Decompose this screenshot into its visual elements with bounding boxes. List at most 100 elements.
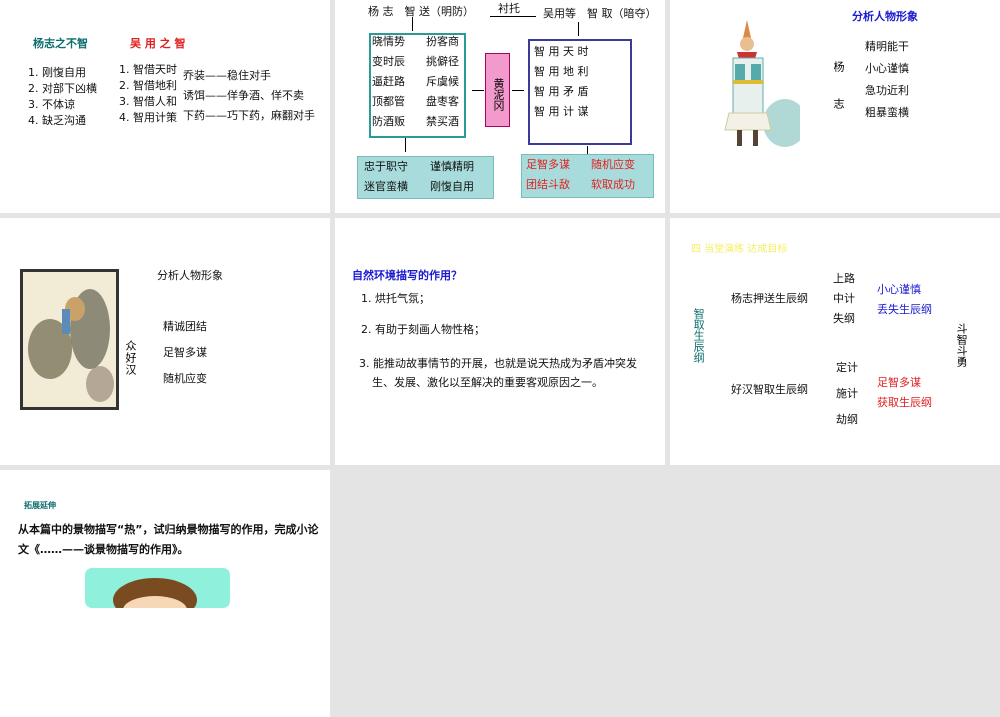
list-item: 上路 <box>833 272 855 285</box>
list-item: 2. 有助于刻画人物性格； <box>361 323 485 336</box>
list-item: 足智多谋 <box>163 346 207 359</box>
list-item: 获取生辰纲 <box>877 396 932 409</box>
list-item: 粗暴蛮横 <box>865 106 909 119</box>
list-item: 迷官蛮横 <box>364 180 408 193</box>
slide-thumbnail-7[interactable]: 拓展延伸 从本篇中的景物描写“热”，试归纳景物描写的作用，完成小论 文《……——… <box>0 470 330 717</box>
list-item: 中计 <box>833 292 855 305</box>
list-item: 3. 智借人和 <box>119 95 177 108</box>
right-label: 斗智斗勇 <box>955 323 969 367</box>
list-item: 丢失生辰纲 <box>877 303 932 316</box>
traits-list: 精诚团结足智多谋随机应变 <box>163 314 207 392</box>
arrow-down-icon <box>405 138 406 152</box>
list-item: 小心谨慎 <box>877 283 921 296</box>
slide-thumbnail-3[interactable]: 分析人物形象 杨志 精明能干小心谨慎急功近利粗暴蛮横 <box>670 0 1000 213</box>
list-item: 忠于职守 <box>364 160 408 173</box>
list-item: 变时辰 <box>372 55 405 68</box>
wuyong-result-box: 足智多谋团结斗敌 随机应变软取成功 <box>521 154 654 198</box>
haohan-painting <box>20 269 119 410</box>
list-item: 劫纲 <box>836 413 858 426</box>
list-item: 4. 智用计策 <box>119 111 177 124</box>
body-text: 文《……——谈景物描写的作用》。 <box>18 543 189 556</box>
tactics-list: 乔装——稳住对手 诱饵——佯争酒、佯不卖 下药——巧下药，麻翻对手 <box>183 66 315 126</box>
slide-thumbnail-1[interactable]: 杨志之不智 吴 用 之 智 1. 刚愎自用 2. 对部下凶横 3. 不体谅 4.… <box>0 0 330 213</box>
list-item: 斥虞候 <box>426 75 459 88</box>
list-item: 逼赶路 <box>372 75 405 88</box>
slide-title: 分析人物形象 <box>157 269 223 282</box>
list-item: 精诚团结 <box>163 320 207 333</box>
list-item: 3. 能推动故事情节的开展，也就是说天热成为矛盾冲突发 <box>359 357 637 370</box>
wuyong-box: 智 用 天 时智 用 地 利智 用 矛 盾智 用 计 谋 <box>528 39 632 145</box>
list-item: 随机应变 <box>163 372 207 385</box>
side-label: 智取生辰纲 <box>692 308 706 363</box>
list-item: 谨慎精明 <box>430 160 474 173</box>
list-item: 急功近利 <box>865 84 909 97</box>
list-item: 防酒贩 <box>372 115 405 128</box>
body-text: 从本篇中的景物描写“热”，试归纳景物描写的作用，完成小论 <box>18 523 319 536</box>
list-item: 定计 <box>836 361 858 374</box>
list-item: 失纲 <box>833 312 855 325</box>
slide-thumbnail-6[interactable]: 四 当堂演练 达成目标 智取生辰纲 杨志押送生辰纲 上路 中计 失纲 小心谨慎 丢失生… <box>670 218 1000 465</box>
row1-result: 小心谨慎 丢失生辰纲 <box>877 280 932 320</box>
list-item: 1. 刚愎自用 <box>28 66 86 79</box>
list-item: 下药——巧下药，麻翻对手 <box>183 109 315 122</box>
slide-thumbnail-5[interactable]: 自然环境描写的作用？ 1. 烘托气氛； 2. 有助于刻画人物性格； 3. 能推动… <box>335 218 665 465</box>
list-item: 3. 不体谅 <box>28 98 75 111</box>
list-item: 诱饵——佯争酒、佯不卖 <box>183 89 304 102</box>
top-left-label: 杨 志 智 送（明防） <box>368 5 474 18</box>
list-item: 小心谨慎 <box>865 62 909 75</box>
list-item: 施计 <box>836 387 858 400</box>
list-item: 智 用 矛 盾 <box>534 85 589 98</box>
top-right-label: 吴用等 智 取（暗夺） <box>543 7 657 20</box>
list-item: 盘枣客 <box>426 95 459 108</box>
list-item-continued: 生、发展、激化以至解决的重要客观原因之一。 <box>372 376 603 389</box>
row2-label: 好汉智取生辰纲 <box>731 383 808 396</box>
list-item: 软取成功 <box>591 178 635 191</box>
list-item: 智 用 地 利 <box>534 65 589 78</box>
list-item: 足智多谋 <box>877 376 921 389</box>
row2-steps: 定计 施计 劫纲 <box>836 355 858 433</box>
list-item: 精明能干 <box>865 40 909 53</box>
row2-result: 足智多谋 获取生辰纲 <box>877 373 932 413</box>
list-item: 2. 对部下凶横 <box>28 82 97 95</box>
traits-list: 精明能干小心谨慎急功近利粗暴蛮横 <box>865 36 909 124</box>
list-item: 晓情势 <box>372 35 405 48</box>
relation-label: 衬托 <box>498 2 520 15</box>
slide-title: 分析人物形象 <box>852 10 918 23</box>
list-item: 顶都管 <box>372 95 405 108</box>
list-item: 扮客商 <box>426 35 459 48</box>
slide-thumbnail-2[interactable]: 杨 志 智 送（明防） 衬托 吴用等 智 取（暗夺） 晓情势变时辰逼赶路顶都管防… <box>335 0 665 213</box>
list-item: 1. 智借天时 <box>119 63 177 76</box>
list-item: 乔装——稳住对手 <box>183 69 271 82</box>
huangnigang-box: 黄泥冈 <box>485 53 510 127</box>
list-item: 挑僻径 <box>426 55 459 68</box>
left-list: 1. 刚愎自用 2. 对部下凶横 3. 不体谅 4. 缺乏沟通 <box>28 65 97 129</box>
list-item: 1. 烘托气氛； <box>361 292 430 305</box>
right-title: 吴 用 之 智 <box>130 37 186 50</box>
right-list: 1. 智借天时 2. 智借地利 3. 智借人和 4. 智用计策 <box>119 62 177 126</box>
list-item: 禁买酒 <box>426 115 459 128</box>
list-item: 2. 智借地利 <box>119 79 177 92</box>
character-name: 众好汉 <box>124 340 137 376</box>
list-item: 智 用 计 谋 <box>534 105 589 118</box>
arrow-left-icon <box>512 90 524 91</box>
yangzhi-illustration <box>724 20 800 147</box>
row1-steps: 上路 中计 失纲 <box>833 269 855 329</box>
question-heading: 自然环境描写的作用？ <box>352 269 462 282</box>
list-item: 团结斗敌 <box>526 178 570 191</box>
section-heading: 拓展延伸 <box>24 501 56 510</box>
yangzhi-result-box: 忠于职守迷官蛮横 谨慎精明刚愎自用 <box>357 156 494 199</box>
list-item: 智 用 天 时 <box>534 45 589 58</box>
section-heading: 四 当堂演练 达成目标 <box>691 244 788 255</box>
list-item: 足智多谋 <box>526 158 570 171</box>
arrow-down-icon <box>578 22 579 36</box>
list-item: 刚愎自用 <box>430 180 474 193</box>
left-title: 杨志之不智 <box>33 37 88 50</box>
character-name: 杨志 <box>832 61 845 135</box>
slide-thumbnail-4[interactable]: 分析人物形象 众好汉 精诚团结足智多谋随机应变 <box>0 218 330 465</box>
arrow-right-icon <box>490 16 536 17</box>
arrow-right-icon <box>472 90 484 91</box>
list-item: 随机应变 <box>591 158 635 171</box>
arrow-down-icon <box>412 17 413 31</box>
cartoon-boy-illustration <box>85 568 230 608</box>
yangzhi-box: 晓情势变时辰逼赶路顶都管防酒贩 扮客商挑僻径斥虞候盘枣客禁买酒 <box>369 33 466 138</box>
